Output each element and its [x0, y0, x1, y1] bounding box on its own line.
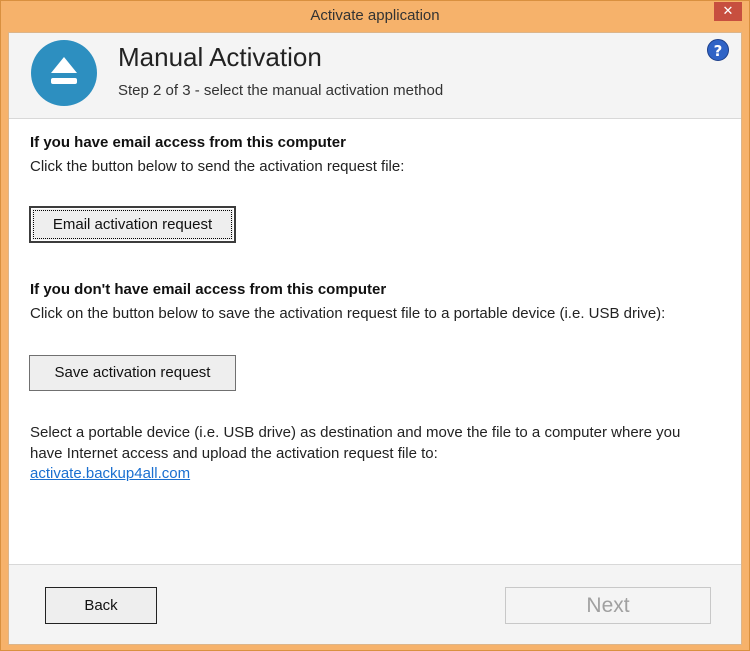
instructions-line-1: Select a portable device (i.e. USB drive…	[30, 424, 681, 441]
email-activation-request-button[interactable]: Email activation request	[29, 206, 236, 243]
save-section-heading: If you don't have email access from this…	[30, 281, 387, 298]
save-section-text: Click on the button below to save the ac…	[30, 305, 666, 322]
back-button[interactable]: Back	[45, 587, 157, 624]
page-title: Manual Activation	[118, 42, 322, 72]
wizard-footer: Back Next	[9, 564, 741, 644]
dialog-content: Manual Activation Step 2 of 3 - select t…	[8, 32, 742, 645]
save-activation-request-button[interactable]: Save activation request	[29, 355, 236, 391]
wizard-header: Manual Activation Step 2 of 3 - select t…	[9, 33, 741, 119]
activation-url-link[interactable]: activate.backup4all.com	[30, 465, 190, 482]
title-bar[interactable]: Activate application ✕	[1, 1, 749, 32]
activation-window: Activate application ✕ Manual Activation…	[0, 0, 750, 651]
email-section-text: Click the button below to send the activ…	[30, 158, 405, 175]
eject-icon	[51, 57, 77, 73]
window-title: Activate application	[310, 7, 440, 24]
help-icon[interactable]: ?	[707, 39, 729, 61]
eject-icon-bar	[51, 78, 77, 84]
app-logo	[31, 40, 97, 106]
email-section-heading: If you have email access from this compu…	[30, 134, 346, 151]
step-subtitle: Step 2 of 3 - select the manual activati…	[118, 82, 444, 99]
close-icon: ✕	[722, 4, 734, 19]
next-button[interactable]: Next	[505, 587, 711, 624]
close-button[interactable]: ✕	[714, 2, 742, 21]
instructions-line-2: have Internet access and upload the acti…	[30, 445, 438, 462]
